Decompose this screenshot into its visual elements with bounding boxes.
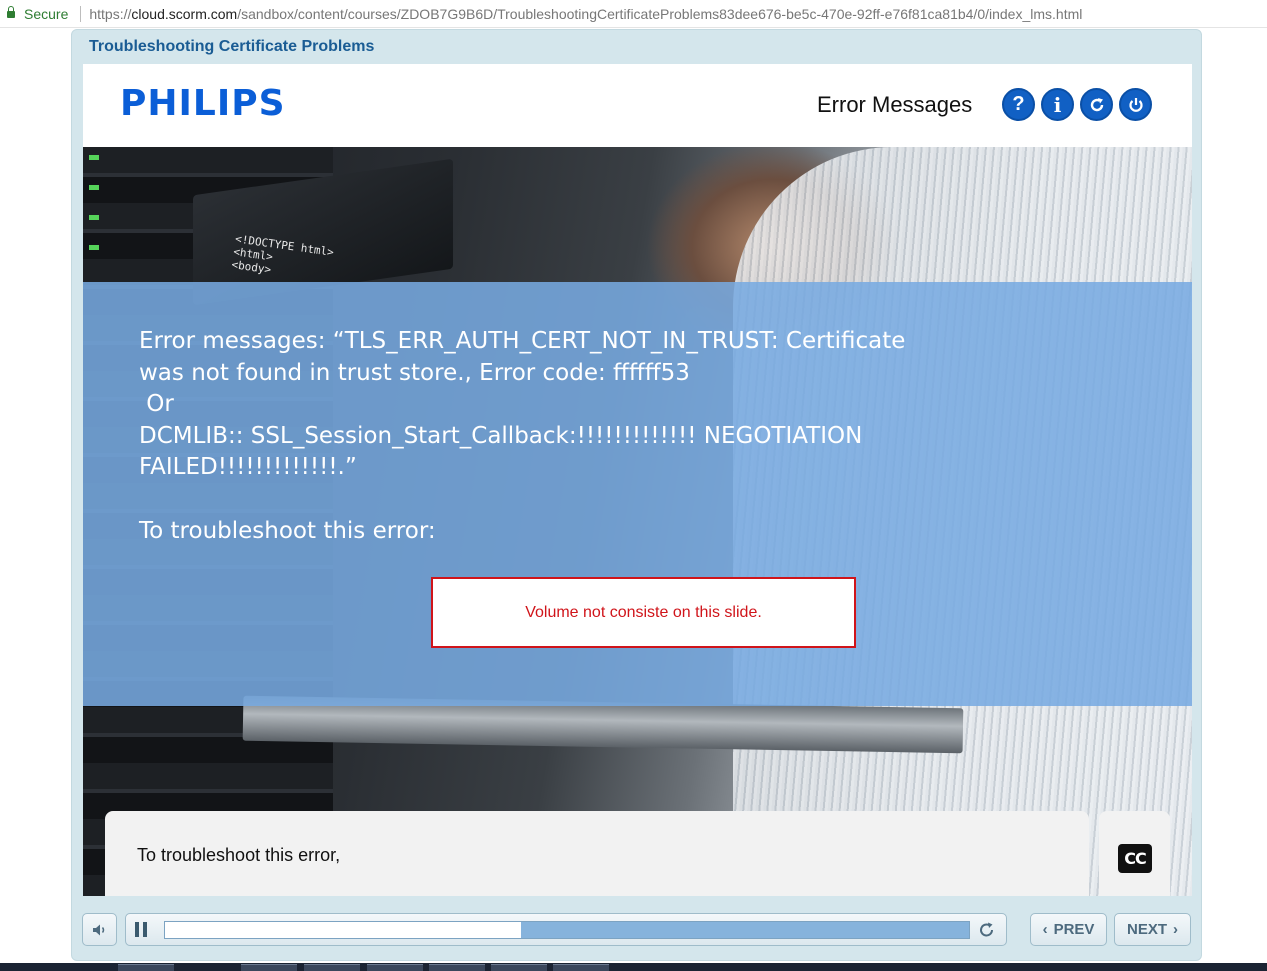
message-line: Or xyxy=(139,391,174,417)
caption-panel: To troubleshoot this error, xyxy=(105,811,1089,896)
message-panel: Error messages: “TLS_ERR_AUTH_CERT_NOT_I… xyxy=(83,282,1192,706)
url-path: /sandbox/content/courses/ZDOB7G9B6D/Trou… xyxy=(237,5,1083,22)
info-button[interactable]: i xyxy=(1041,88,1074,121)
taskbar-item[interactable] xyxy=(553,964,609,971)
troubleshoot-line: To troubleshoot this error: xyxy=(139,517,436,544)
prev-label: PREV xyxy=(1053,921,1095,938)
url-text[interactable]: https://cloud.scorm.com/sandbox/content/… xyxy=(89,6,1082,22)
course-title: Troubleshooting Certificate Problems xyxy=(89,38,375,55)
replay-icon xyxy=(980,922,993,937)
seekbar[interactable] xyxy=(164,921,970,939)
volume-button[interactable] xyxy=(82,913,117,946)
taskbar-item[interactable] xyxy=(491,964,547,971)
taskbar-item[interactable] xyxy=(241,964,297,971)
replay-button[interactable] xyxy=(977,920,997,940)
power-icon xyxy=(1128,97,1143,112)
taskbar-item[interactable] xyxy=(367,964,423,971)
taskbar-item[interactable] xyxy=(304,964,360,971)
speaker-icon xyxy=(92,924,104,935)
slide-header: PHILIPS Error Messages ? i xyxy=(83,64,1192,147)
address-separator xyxy=(80,5,82,22)
refresh-button[interactable] xyxy=(1080,88,1113,121)
url-host: cloud.scorm.com xyxy=(131,5,238,22)
message-line: FAILED!!!!!!!!!!!!!.” xyxy=(139,454,357,480)
taskbar xyxy=(0,963,1267,971)
volume-notice: Volume not consiste on this slide. xyxy=(431,577,856,648)
next-label: NEXT xyxy=(1126,921,1167,938)
message-line: DCMLIB:: SSL_Session_Start_Callback:!!!!… xyxy=(139,422,863,449)
philips-logo: PHILIPS xyxy=(120,83,286,124)
course-player: Troubleshooting Certificate Problems PHI… xyxy=(71,29,1202,961)
prev-button[interactable]: ‹ PREV xyxy=(1030,913,1107,946)
seekbar-container xyxy=(125,913,1007,946)
pause-button[interactable] xyxy=(135,922,147,937)
taskbar-item[interactable] xyxy=(429,964,485,971)
url-scheme: https:// xyxy=(89,5,132,22)
secure-label: Secure xyxy=(24,5,69,22)
slide: PHILIPS Error Messages ? i <!DOCTYPE htm… xyxy=(83,64,1192,896)
pause-icon xyxy=(135,922,139,937)
help-button[interactable]: ? xyxy=(1002,88,1035,121)
message-line: was not found in trust store., Error cod… xyxy=(139,359,690,386)
refresh-icon xyxy=(1090,97,1103,111)
browser-address-bar[interactable]: Secure https://cloud.scorm.com/sandbox/c… xyxy=(0,0,1267,28)
lock-icon xyxy=(7,5,15,19)
taskbar-item[interactable] xyxy=(118,964,174,971)
cc-panel: CC xyxy=(1099,811,1170,896)
error-message: Error messages: “TLS_ERR_AUTH_CERT_NOT_I… xyxy=(139,326,1019,547)
info-icon: i xyxy=(1053,92,1062,117)
chevron-left-icon: ‹ xyxy=(1042,921,1048,938)
next-button[interactable]: NEXT › xyxy=(1114,913,1191,946)
slide-heading: Error Messages xyxy=(817,92,973,117)
exit-button[interactable] xyxy=(1119,88,1152,121)
seekbar-progress xyxy=(165,922,522,938)
chevron-right-icon: › xyxy=(1173,921,1178,938)
message-line: Error messages: “TLS_ERR_AUTH_CERT_NOT_I… xyxy=(139,328,906,354)
caption-text: To troubleshoot this error, xyxy=(137,845,341,865)
closed-captions-button[interactable]: CC xyxy=(1118,844,1152,873)
question-icon: ? xyxy=(1012,93,1025,115)
